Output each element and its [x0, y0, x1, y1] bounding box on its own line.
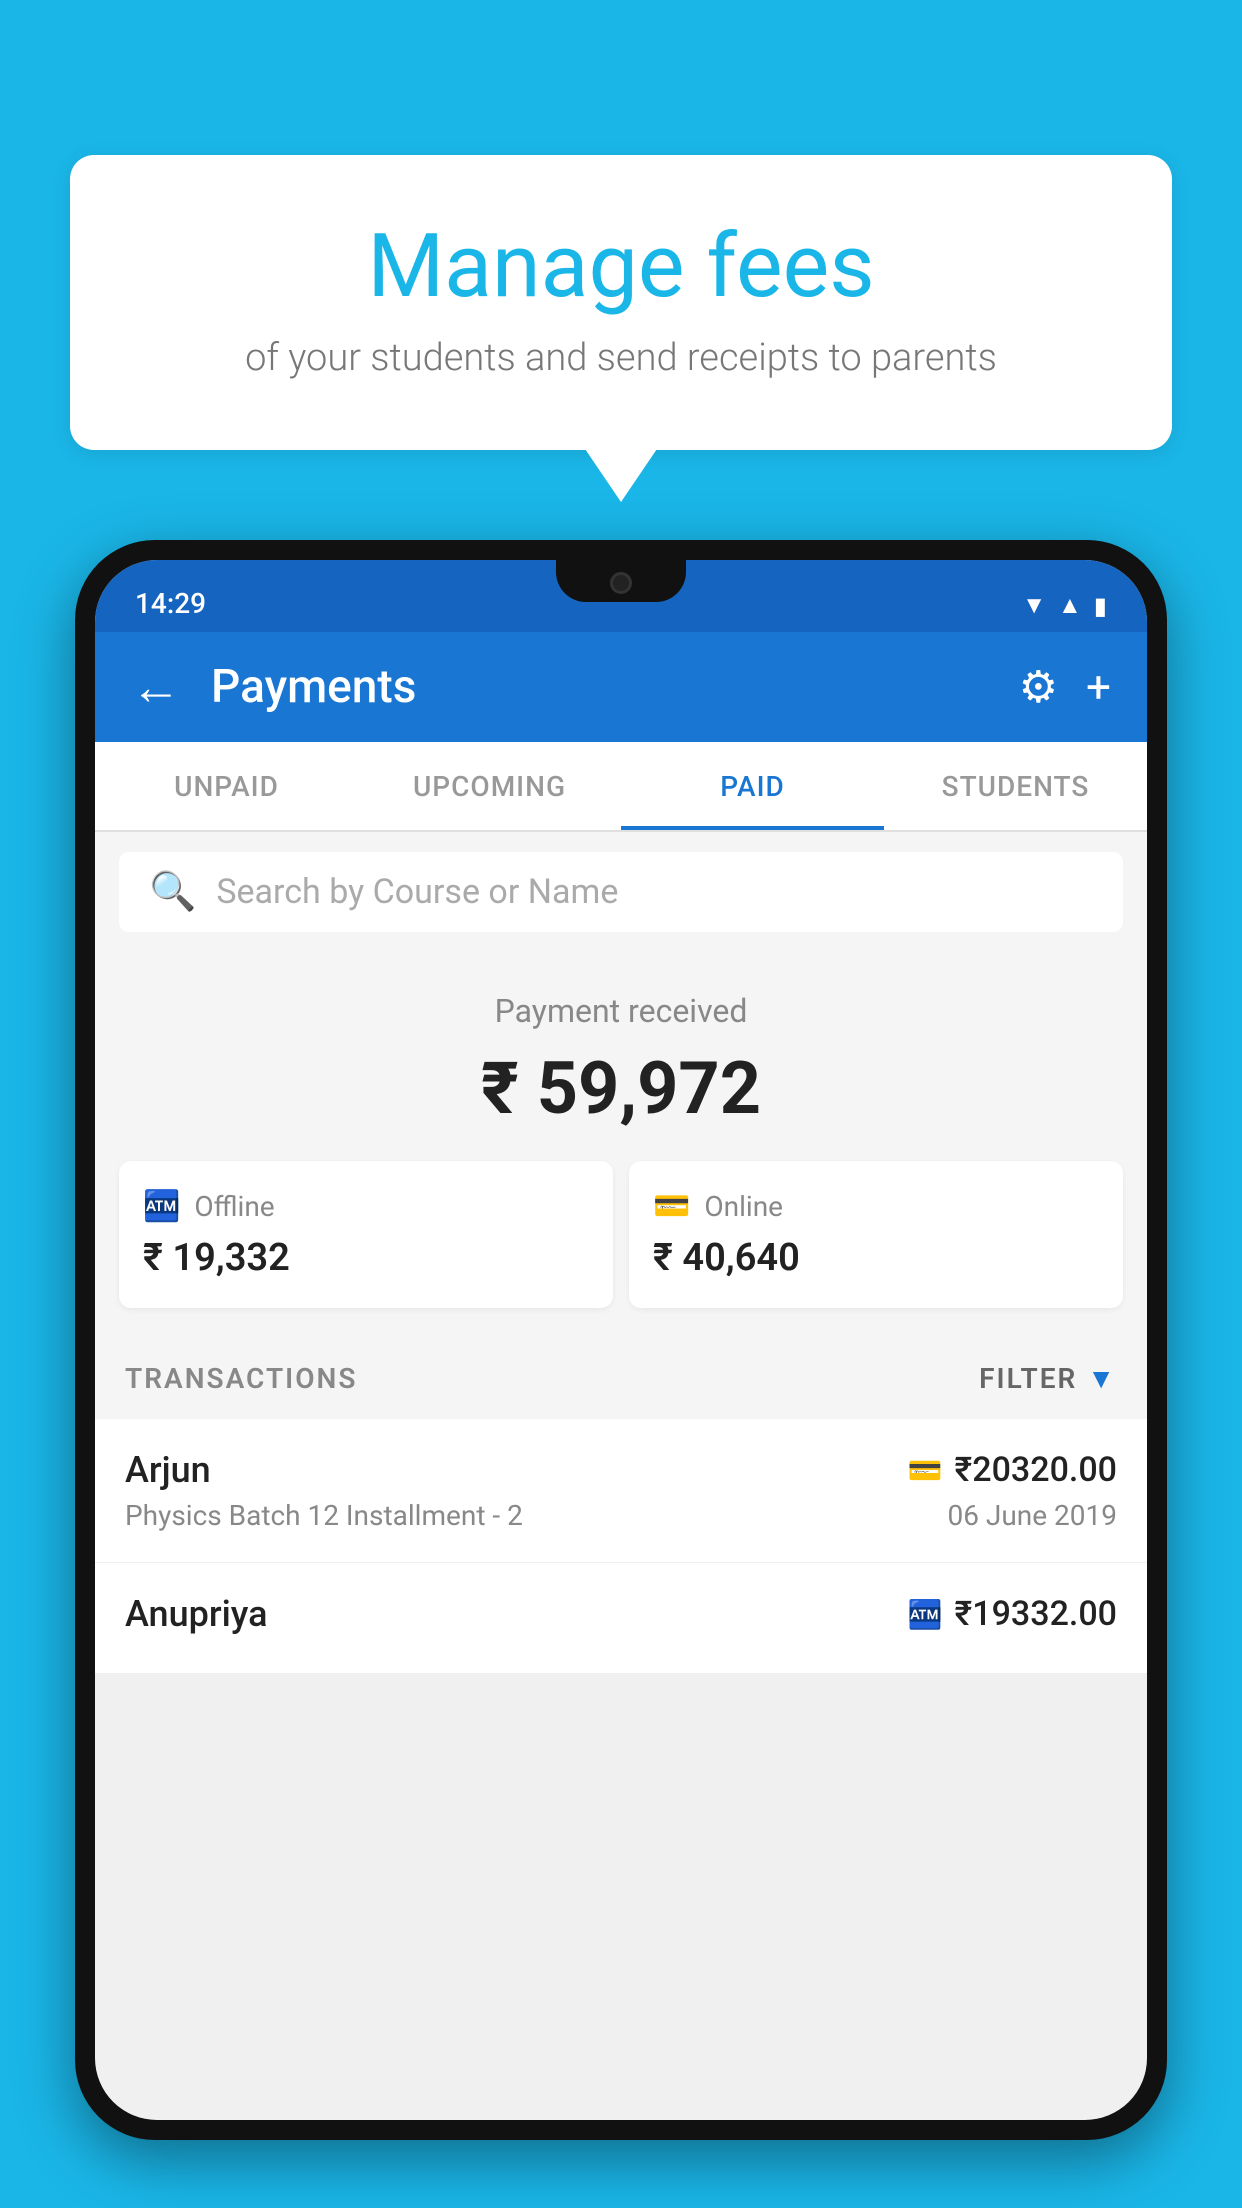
online-payment-icon: 💳: [908, 1454, 943, 1487]
app-bar-actions: ⚙ +: [1019, 661, 1111, 713]
transactions-label: TRANSACTIONS: [125, 1362, 357, 1395]
transactions-header: TRANSACTIONS FILTER ▼: [95, 1338, 1147, 1419]
wifi-icon: ▼: [1022, 591, 1046, 620]
tabs-container: UNPAID UPCOMING PAID STUDENTS: [95, 742, 1147, 832]
speech-bubble: Manage fees of your students and send re…: [70, 155, 1172, 450]
transaction-list: Arjun 💳 ₹20320.00 Physics Batch 12 Insta…: [95, 1419, 1147, 1674]
transaction-date: 06 June 2019: [947, 1499, 1117, 1532]
transaction-row-bottom-arjun: Physics Batch 12 Installment - 2 06 June…: [125, 1499, 1117, 1532]
app-bar: ← Payments ⚙ +: [95, 632, 1147, 742]
payment-cards: 🏧 Offline ₹ 19,332 💳 Online ₹ 40,640: [119, 1161, 1123, 1308]
payment-total-amount: ₹ 59,972: [119, 1046, 1123, 1131]
offline-card: 🏧 Offline ₹ 19,332: [119, 1161, 613, 1308]
online-card-header: 💳 Online: [653, 1189, 783, 1224]
offline-label: Offline: [194, 1190, 274, 1223]
signal-icon: ▲: [1058, 591, 1082, 620]
offline-amount: ₹ 19,332: [143, 1236, 290, 1280]
filter-icon: ▼: [1087, 1362, 1117, 1395]
transaction-course: Physics Batch 12 Installment - 2: [125, 1499, 523, 1532]
tab-students[interactable]: STUDENTS: [884, 742, 1147, 830]
status-icons: ▼ ▲ ▮: [1022, 591, 1107, 620]
search-input[interactable]: 🔍 Search by Course or Name: [119, 852, 1123, 932]
transaction-name: Arjun: [125, 1449, 211, 1491]
battery-icon: ▮: [1094, 592, 1107, 620]
transaction-amount-container: 💳 ₹20320.00: [908, 1450, 1117, 1490]
filter-label: FILTER: [979, 1362, 1077, 1395]
transaction-row-top-arjun: Arjun 💳 ₹20320.00: [125, 1449, 1117, 1491]
offline-icon: 🏧: [143, 1189, 180, 1224]
transaction-row-top-anupriya: Anupriya 🏧 ₹19332.00: [125, 1593, 1117, 1635]
bubble-subtitle: of your students and send receipts to pa…: [150, 336, 1092, 380]
speech-bubble-container: Manage fees of your students and send re…: [70, 155, 1172, 450]
tab-paid[interactable]: PAID: [621, 742, 884, 830]
transaction-amount: ₹20320.00: [955, 1450, 1117, 1490]
transaction-amount-container: 🏧 ₹19332.00: [908, 1594, 1117, 1634]
transaction-amount: ₹19332.00: [955, 1594, 1117, 1634]
tab-unpaid[interactable]: UNPAID: [95, 742, 358, 830]
phone-container: 14:29 ▼ ▲ ▮ ← Payments ⚙ + UNPAID: [75, 540, 1167, 2208]
phone-camera: [610, 572, 632, 594]
online-card: 💳 Online ₹ 40,640: [629, 1161, 1123, 1308]
search-container: 🔍 Search by Course or Name: [95, 832, 1147, 952]
phone-screen: 14:29 ▼ ▲ ▮ ← Payments ⚙ + UNPAID: [95, 560, 1147, 2120]
offline-card-header: 🏧 Offline: [143, 1189, 275, 1224]
phone-notch: [556, 560, 686, 602]
phone-frame: 14:29 ▼ ▲ ▮ ← Payments ⚙ + UNPAID: [75, 540, 1167, 2140]
bubble-title: Manage fees: [150, 215, 1092, 318]
back-button[interactable]: ←: [131, 658, 181, 717]
app-title: Payments: [211, 660, 989, 714]
search-icon: 🔍: [149, 870, 196, 914]
online-amount: ₹ 40,640: [653, 1236, 800, 1280]
payment-summary: Payment received ₹ 59,972 🏧 Offline ₹ 19…: [95, 952, 1147, 1338]
settings-icon[interactable]: ⚙: [1019, 661, 1058, 713]
search-placeholder: Search by Course or Name: [216, 872, 618, 912]
table-row[interactable]: Arjun 💳 ₹20320.00 Physics Batch 12 Insta…: [95, 1419, 1147, 1563]
filter-button[interactable]: FILTER ▼: [979, 1362, 1117, 1395]
online-icon: 💳: [653, 1189, 690, 1224]
transaction-name: Anupriya: [125, 1593, 268, 1635]
status-time: 14:29: [135, 587, 206, 620]
tab-upcoming[interactable]: UPCOMING: [358, 742, 621, 830]
offline-payment-icon: 🏧: [908, 1598, 943, 1631]
add-icon[interactable]: +: [1086, 661, 1111, 713]
online-label: Online: [704, 1190, 783, 1223]
payment-received-label: Payment received: [119, 992, 1123, 1030]
table-row[interactable]: Anupriya 🏧 ₹19332.00: [95, 1563, 1147, 1674]
